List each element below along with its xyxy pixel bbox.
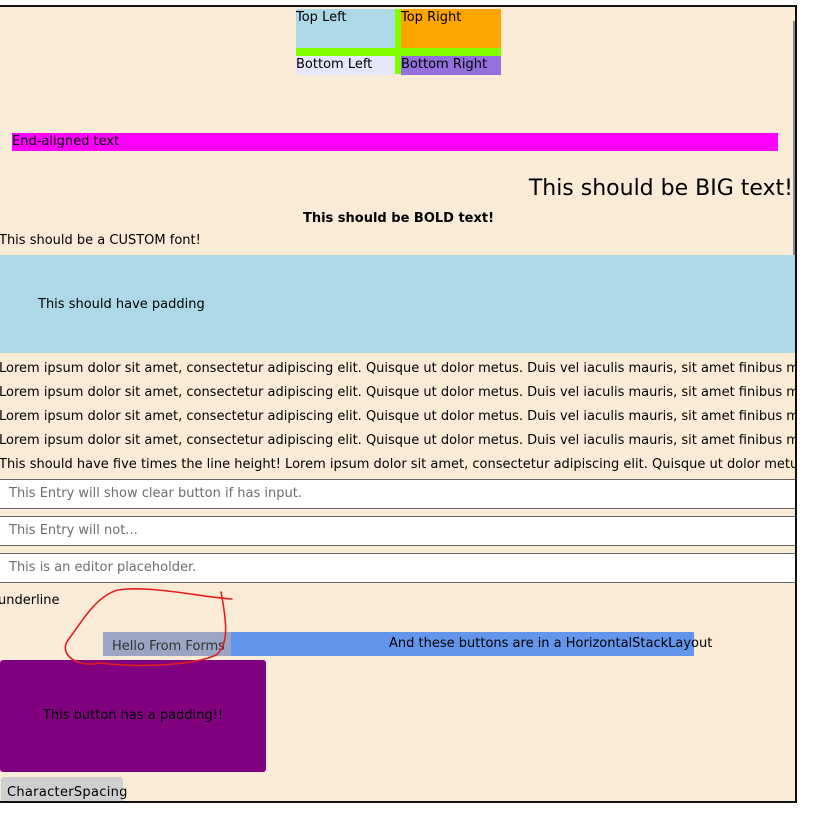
padding-label: This should have padding [38,297,205,312]
grid-cell-bottom-left: Bottom Left [296,56,395,75]
lorem-line: Lorem ipsum dolor sit amet, consectetur … [0,409,797,424]
lorem-line: Lorem ipsum dolor sit amet, consectetur … [0,361,797,376]
horizontal-stack-label-button[interactable]: And these buttons are in a HorizontalSta… [231,632,712,656]
end-aligned-label: End-aligned text [12,133,778,151]
grid-cell-bottom-right: Bottom Right [401,56,501,75]
no-clear-entry[interactable]: This Entry will not... [0,516,795,546]
line-height-label: This should have five times the line hei… [0,457,797,472]
lorem-line: Lorem ipsum dolor sit amet, consectetur … [0,385,797,400]
character-spacing-button[interactable]: CharacterSpacing [1,777,127,801]
grid-cell-top-left: Top Left [296,9,395,48]
bold-text-label: This should be BOLD text! [302,211,495,226]
custom-font-label: This should be a CUSTOM font! [0,233,201,248]
grid-cell-top-right: Top Right [401,9,501,48]
entry-placeholder: This Entry will show clear button if has… [9,486,302,501]
editor-placeholder: This is an editor placeholder. [9,560,197,575]
entry-placeholder: This Entry will not... [9,523,138,538]
editor-field[interactable]: This is an editor placeholder. [0,553,795,583]
app-window: Top Left Top Right Bottom Left Bottom Ri… [0,5,797,803]
hstack-label: And these buttons are in a HorizontalSta… [389,636,713,651]
big-text-label: This should be BIG text! [528,176,793,201]
padding-button[interactable]: This button has a padding!! [0,660,266,772]
underline-label: underline [0,593,60,608]
hello-from-forms-button[interactable]: Hello From Forms [103,632,231,656]
lorem-line: Lorem ipsum dolor sit amet, consectetur … [0,433,797,448]
clear-button-entry[interactable]: This Entry will show clear button if has… [0,479,795,509]
color-grid: Top Left Top Right Bottom Left Bottom Ri… [296,9,501,75]
